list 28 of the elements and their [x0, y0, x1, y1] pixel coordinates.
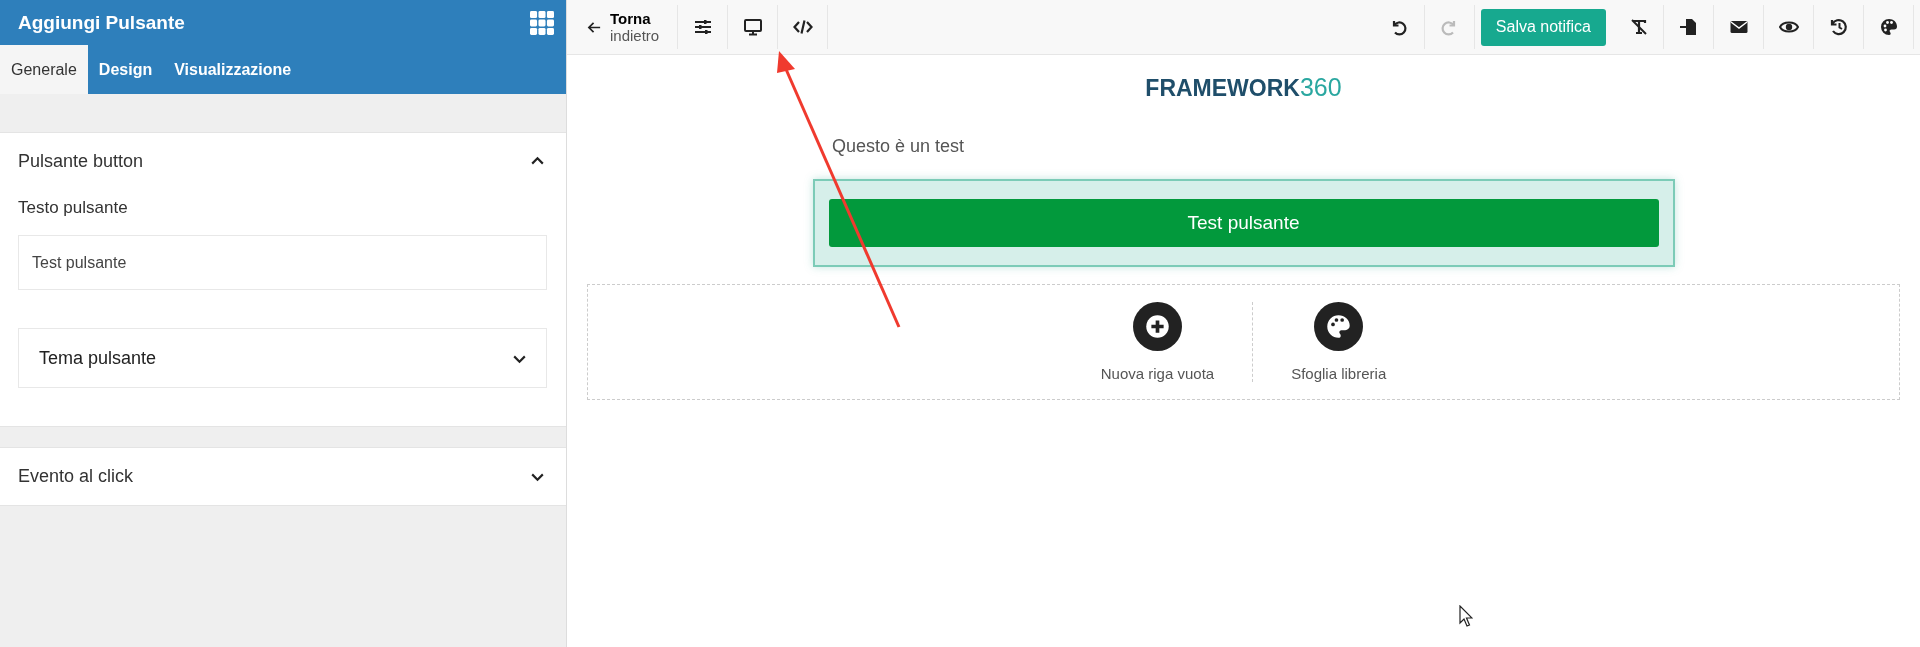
logo-number: 360 [1299, 73, 1342, 101]
preview-button[interactable]: Test pulsante [828, 199, 1659, 247]
action-label[interactable]: Nuova riga vuota [1100, 365, 1215, 382]
back-button[interactable]: Torna indietro [581, 5, 679, 49]
section-title[interactable]: Pulsante button [18, 151, 144, 172]
dropdown[interactable]: Tema pulsante [18, 328, 547, 388]
dropdown-label: Tema pulsante [39, 347, 157, 369]
field-label: Testo pulsante [18, 198, 129, 218]
panel-title: Aggiungi Pulsante [18, 11, 185, 34]
plus-icon[interactable] [1132, 302, 1182, 351]
logo-word: FRAMEWORK [1145, 75, 1300, 101]
grid-icon[interactable] [530, 10, 554, 35]
sliders-icon [692, 17, 713, 37]
section-title[interactable]: Evento al click [18, 466, 134, 487]
tab[interactable]: Design [87, 45, 164, 94]
action-label[interactable]: Sfoglia libreria [1291, 365, 1387, 382]
monitor-icon [742, 17, 763, 37]
tab[interactable]: Generale [0, 45, 88, 94]
history-icon [1828, 17, 1849, 37]
file-import-icon [1678, 17, 1699, 37]
palette-icon [1878, 17, 1899, 37]
clear-format-icon [1628, 17, 1649, 37]
body-text: Questo è un test [832, 136, 966, 157]
button-block[interactable]: Test pulsante [812, 179, 1675, 267]
code-icon [792, 17, 813, 37]
text-field[interactable]: Test pulsante [18, 235, 547, 290]
palette-icon[interactable] [1314, 302, 1364, 351]
tab[interactable]: Visualizzazione [163, 45, 303, 94]
